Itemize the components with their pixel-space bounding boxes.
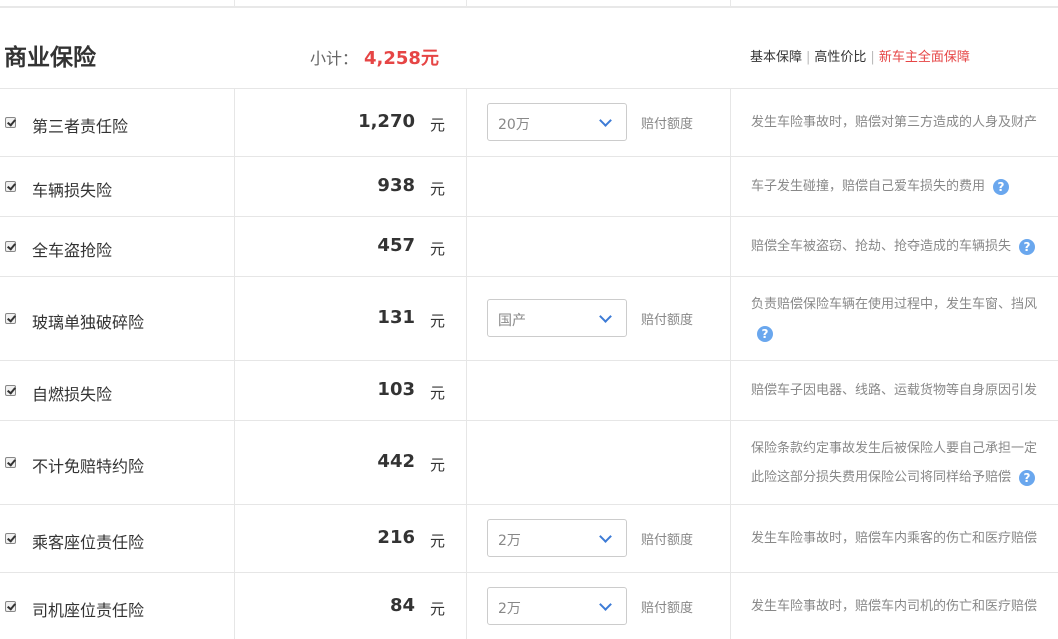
- insurance-desc: 赔偿全车被盗窃、抢劫、抢夺造成的车辆损失?: [751, 232, 1036, 261]
- insurance-price: 216: [377, 527, 415, 548]
- insurance-desc: 发生车险事故时，赔偿车内司机的伤亡和医疗赔偿: [751, 599, 1038, 614]
- help-icon[interactable]: ?: [1019, 469, 1036, 486]
- price-unit: 元: [430, 240, 446, 258]
- insurance-row: 全车盗抢险 457 元 赔偿全车被盗窃、抢劫、抢夺造成的车辆损失?: [0, 217, 1058, 277]
- insurance-desc: 保险条款约定事故发生后被保险人要自己承担一定 此险这部分损失费用保险公司将同样给予…: [751, 441, 1038, 486]
- price-unit: 元: [430, 600, 446, 618]
- row-checkbox[interactable]: [5, 533, 16, 544]
- price-unit: 元: [430, 384, 446, 402]
- select-value: 国产: [498, 313, 526, 329]
- price-unit: 元: [430, 116, 446, 134]
- insurance-row: 玻璃单独破碎险 131 元 国产 赔付额度 负责赔偿保险车辆在使用过程中，发生车…: [0, 277, 1058, 361]
- chevron-down-icon: [599, 598, 612, 611]
- insurance-name: 玻璃单独破碎险: [32, 313, 145, 332]
- coverage-select[interactable]: 20万: [487, 103, 627, 141]
- insurance-desc: 发生车险事故时，赔偿车内乘客的伤亡和医疗赔偿: [751, 531, 1038, 546]
- select-value: 2万: [498, 601, 521, 617]
- subtotal-label: 小计：: [310, 49, 359, 68]
- insurance-name: 乘客座位责任险: [32, 533, 145, 552]
- price-unit: 元: [430, 312, 446, 330]
- plan-full[interactable]: 新车主全面保障: [879, 50, 970, 65]
- insurance-desc: 负责赔偿保险车辆在使用过程中，发生车窗、挡风?: [751, 297, 1038, 342]
- select-value: 2万: [498, 533, 521, 549]
- price-unit: 元: [430, 456, 446, 474]
- insurance-price: 938: [377, 175, 415, 196]
- plan-basic[interactable]: 基本保障: [750, 50, 802, 65]
- select-label: 赔付额度: [641, 601, 694, 616]
- help-icon[interactable]: ?: [757, 325, 773, 342]
- top-divider: [0, 0, 1058, 8]
- insurance-price: 103: [377, 379, 415, 400]
- price-unit: 元: [430, 532, 446, 550]
- insurance-name: 不计免赔特约险: [32, 457, 145, 476]
- select-value: 20万: [498, 117, 530, 133]
- row-checkbox[interactable]: [5, 181, 16, 192]
- select-label: 赔付额度: [641, 533, 694, 548]
- insurance-price: 442: [377, 451, 415, 472]
- coverage-select[interactable]: 2万: [487, 519, 627, 557]
- select-label: 赔付额度: [641, 117, 694, 132]
- insurance-desc: 赔偿车子因电器、线路、运载货物等自身原因引发: [751, 383, 1038, 398]
- insurance-desc: 发生车险事故时，赔偿对第三方造成的人身及财产: [751, 115, 1038, 130]
- chevron-down-icon: [599, 114, 612, 127]
- row-checkbox[interactable]: [5, 457, 16, 468]
- row-checkbox[interactable]: [5, 385, 16, 396]
- row-checkbox[interactable]: [5, 601, 16, 612]
- insurance-row: 司机座位责任险 84 元 2万 赔付额度 发生车险事故时，赔偿车内司机的伤亡和医…: [0, 573, 1058, 639]
- plan-value[interactable]: 高性价比: [814, 50, 866, 65]
- section-title: 商业保险: [4, 45, 96, 71]
- insurance-name: 司机座位责任险: [32, 601, 145, 620]
- insurance-row: 自燃损失险 103 元 赔偿车子因电器、线路、运载货物等自身原因引发: [0, 361, 1058, 421]
- insurance-name: 全车盗抢险: [32, 241, 113, 260]
- insurance-desc: 车子发生碰撞，赔偿自己爱车损失的费用?: [751, 172, 1010, 201]
- plan-options: 基本保障 | 高性价比 | 新车主全面保障: [750, 50, 970, 65]
- insurance-price: 457: [377, 235, 415, 256]
- row-checkbox[interactable]: [5, 313, 16, 324]
- insurance-price: 1,270: [358, 111, 415, 132]
- insurance-row: 不计免赔特约险 442 元 保险条款约定事故发生后被保险人要自己承担一定 此险这部…: [0, 421, 1058, 505]
- insurance-row: 乘客座位责任险 216 元 2万 赔付额度 发生车险事故时，赔偿车内乘客的伤亡和…: [0, 505, 1058, 573]
- insurance-name: 自燃损失险: [32, 385, 113, 404]
- insurance-price: 131: [377, 307, 415, 328]
- insurance-row: 第三者责任险 1,270 元 20万 赔付额度 发生车险事故时，赔偿对第三方造成…: [0, 89, 1058, 157]
- help-icon[interactable]: ?: [1019, 238, 1036, 255]
- row-checkbox[interactable]: [5, 241, 16, 252]
- row-checkbox[interactable]: [5, 117, 16, 128]
- subtotal: 小计： 4,258元: [310, 44, 439, 70]
- insurance-name: 车辆损失险: [32, 181, 113, 200]
- help-icon[interactable]: ?: [993, 178, 1010, 195]
- coverage-select[interactable]: 2万: [487, 587, 627, 625]
- coverage-select[interactable]: 国产: [487, 299, 627, 337]
- chevron-down-icon: [599, 310, 612, 323]
- price-unit: 元: [430, 180, 446, 198]
- select-label: 赔付额度: [641, 313, 694, 328]
- insurance-row: 车辆损失险 938 元 车子发生碰撞，赔偿自己爱车损失的费用?: [0, 157, 1058, 217]
- insurance-name: 第三者责任险: [32, 117, 129, 136]
- subtotal-value: 4,258元: [364, 48, 439, 69]
- chevron-down-icon: [599, 530, 612, 543]
- insurance-price: 84: [389, 595, 415, 616]
- section-header: 商业保险 小计： 4,258元 基本保障 | 高性价比 | 新车主全面保障: [0, 8, 1058, 89]
